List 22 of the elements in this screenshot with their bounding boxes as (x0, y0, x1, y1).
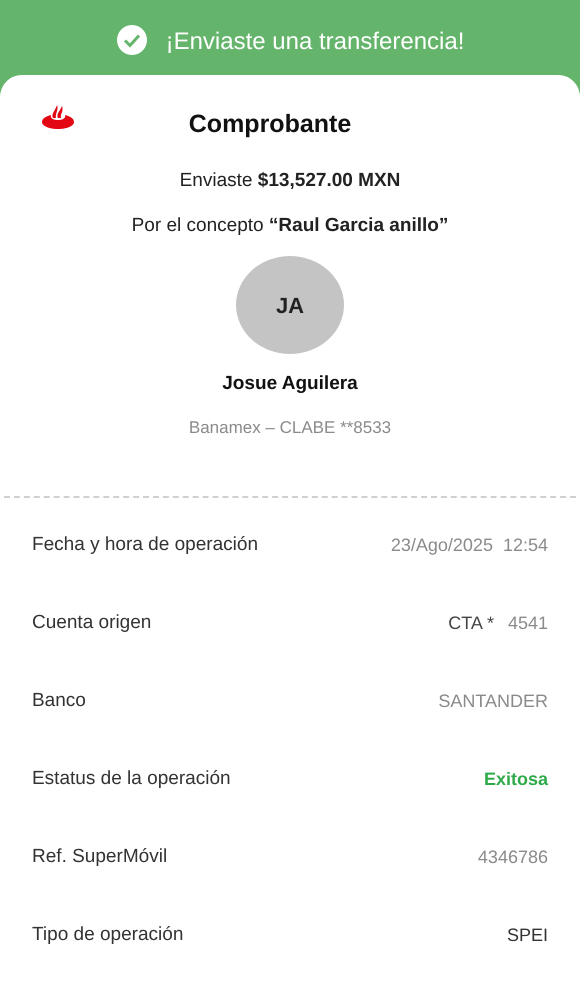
receipt-title: Comprobante (188, 109, 352, 140)
detail-value: 4346786 (478, 846, 548, 868)
recipient-bank: Banamex – CLABE **8533 (188, 416, 392, 438)
detail-label: Cuenta origen (32, 610, 152, 635)
check-circle-icon (116, 24, 148, 56)
concept-text: Por el concepto “Raul Garcia anillo” (132, 214, 448, 238)
amount-text: Enviaste $13,527.00 MXN (180, 169, 400, 193)
detail-label: Banco (32, 688, 86, 713)
banner-title: ¡Enviaste una transferencia! (166, 27, 464, 57)
detail-value: 23/Ago/2025 12:54 (390, 534, 548, 557)
detail-label: Ref. SuperMóvil (32, 844, 168, 869)
detail-value: SANTANDER (438, 690, 548, 712)
status-value: Exitosa (484, 768, 548, 790)
flame-logo-icon (42, 105, 74, 129)
detail-value: SPEI (506, 924, 548, 946)
detail-value: 4541 (508, 612, 548, 634)
detail-label: Estatus de la operación (32, 766, 231, 791)
detail-label: Tipo de operación (32, 922, 184, 947)
avatar: JA (236, 256, 344, 354)
recipient-name: Josue Aguilera (222, 372, 358, 396)
detail-label: Fecha y hora de operación (32, 532, 258, 557)
account-prefix: CTA * (448, 612, 494, 634)
